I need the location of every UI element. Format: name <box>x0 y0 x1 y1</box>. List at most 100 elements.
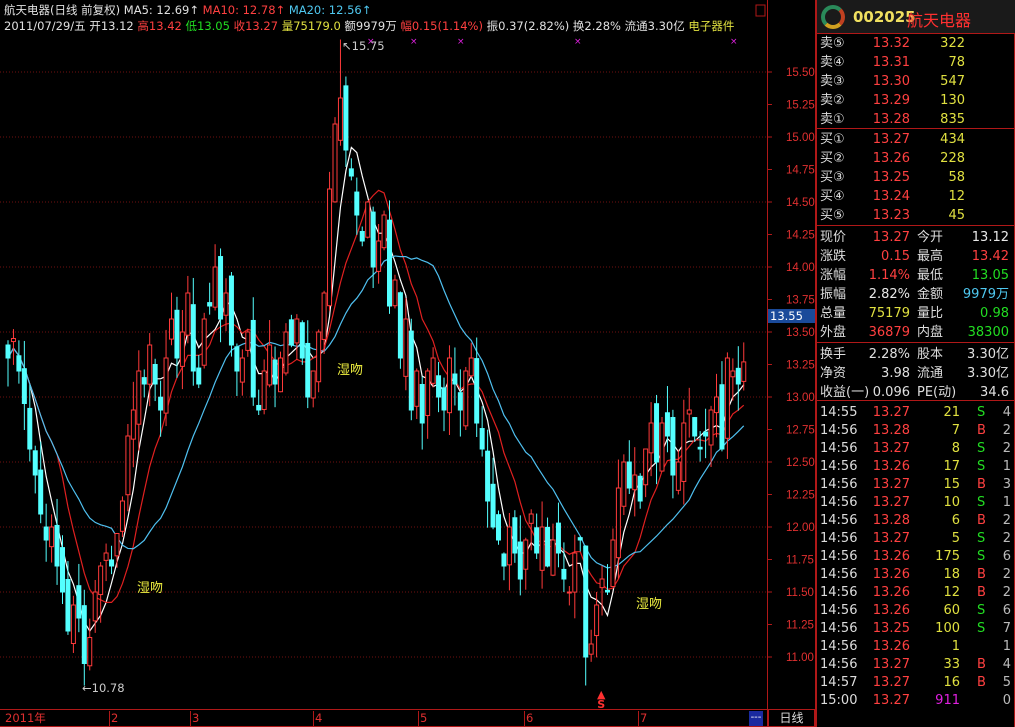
stat-label: 金额 <box>917 287 944 302</box>
candle <box>65 561 71 635</box>
stat-row[interactable]: 振幅 2.82% 金额 9979万 <box>817 285 1015 304</box>
volume-value: 75179.0 <box>293 19 341 33</box>
sell-level-row[interactable]: 卖⑤ 13.32 322 <box>817 34 1015 53</box>
candle-body <box>512 517 518 554</box>
trade-row[interactable]: 14:56 13.27 15 B 3 <box>817 475 1015 493</box>
candle-body <box>594 604 600 637</box>
trade-row[interactable]: 14:55 13.27 21 S 4 <box>817 403 1015 421</box>
trade-row[interactable]: 14:56 13.25 100 S 7 <box>817 619 1015 637</box>
stat-label: 涨跌 <box>820 249 847 264</box>
trade-count: 1 <box>1002 495 1011 510</box>
trade-time: 14:56 <box>820 621 858 636</box>
trade-row[interactable]: 14:56 13.27 10 S 1 <box>817 493 1015 511</box>
candle <box>637 473 643 509</box>
candle <box>234 343 240 396</box>
stat-label: 总量 <box>820 306 847 321</box>
trade-row[interactable]: 14:56 13.26 60 S 6 <box>817 601 1015 619</box>
level-price: 13.29 <box>872 93 910 108</box>
sell-level-row[interactable]: 卖② 13.29 130 <box>817 91 1015 110</box>
divider <box>817 400 1015 401</box>
candle-body <box>626 461 632 489</box>
stat-row[interactable]: 涨幅 1.14% 最低 13.05 <box>817 266 1015 285</box>
candle <box>408 318 414 421</box>
candle <box>294 314 300 360</box>
trade-row[interactable]: 14:56 13.27 33 B 4 <box>817 655 1015 673</box>
candle <box>539 501 545 589</box>
candle <box>201 312 207 369</box>
stat-row[interactable]: 现价 13.27 今开 13.12 <box>817 228 1015 247</box>
candle <box>577 536 583 552</box>
candle-body <box>92 591 98 622</box>
stat-row[interactable]: 总量 75179 量比 0.98 <box>817 304 1015 323</box>
candle-body <box>130 409 136 440</box>
trade-price: 13.28 <box>872 423 910 438</box>
level-volume: 322 <box>940 36 965 51</box>
trade-row[interactable]: 14:56 13.26 175 S 6 <box>817 547 1015 565</box>
fundamental-row[interactable]: 换手 2.28% 股本 3.30亿 <box>817 345 1015 364</box>
trade-row[interactable]: 15:00 13.27 911 0 <box>817 691 1015 709</box>
candle <box>278 351 283 393</box>
level-price: 13.32 <box>872 36 910 51</box>
trade-side: B <box>977 585 986 600</box>
window-toggle-icon[interactable] <box>755 4 766 17</box>
buy-level-row[interactable]: 买① 13.27 434 <box>817 130 1015 149</box>
trade-price: 13.26 <box>872 459 910 474</box>
stat-label: 今开 <box>917 230 944 245</box>
candle-body <box>38 469 44 515</box>
buy-level-row[interactable]: 买⑤ 13.23 45 <box>817 206 1015 225</box>
trade-count: 2 <box>1002 423 1011 438</box>
stat-row[interactable]: 涨跌 0.15 最高 13.42 <box>817 247 1015 266</box>
trade-row[interactable]: 14:56 13.28 6 B 2 <box>817 511 1015 529</box>
stat-row[interactable]: 外盘 36879 内盘 38300 <box>817 323 1015 342</box>
candle-body <box>485 450 491 502</box>
candle-body <box>261 370 267 410</box>
annotation-label: 湿吻 <box>636 597 663 612</box>
trade-volume: 1 <box>951 639 960 654</box>
close-value: 13.27 <box>245 19 279 33</box>
trade-volume: 911 <box>935 693 960 708</box>
change-value: 0.15(1.14%) <box>411 19 483 33</box>
candle-body <box>43 526 49 541</box>
sell-level-row[interactable]: 卖④ 13.31 78 <box>817 53 1015 72</box>
candle-body <box>474 358 480 424</box>
trade-row[interactable]: 14:56 13.27 8 S 2 <box>817 439 1015 457</box>
fund-value: 2.28% <box>868 347 910 362</box>
candle-body <box>637 475 643 502</box>
trade-row[interactable]: 14:56 13.26 12 B 2 <box>817 583 1015 601</box>
trade-row[interactable]: 14:56 13.27 5 S 2 <box>817 529 1015 547</box>
buy-level-row[interactable]: 买② 13.26 228 <box>817 149 1015 168</box>
sell-level-row[interactable]: 卖③ 13.30 547 <box>817 72 1015 91</box>
candle-body <box>441 387 447 411</box>
period-toggle-button[interactable]: --- <box>749 711 763 726</box>
candle-body <box>724 357 730 439</box>
trade-row[interactable]: 14:56 13.26 17 S 1 <box>817 457 1015 475</box>
stat-value: 13.05 <box>971 268 1009 283</box>
candle <box>5 340 11 387</box>
candle <box>212 244 218 311</box>
candle-body <box>605 589 610 593</box>
trade-count: 2 <box>1002 567 1011 582</box>
trade-price: 13.27 <box>872 531 910 546</box>
level-label: 买① <box>820 132 845 147</box>
candle-body <box>283 331 289 374</box>
trade-row[interactable]: 14:56 13.26 18 B 2 <box>817 565 1015 583</box>
buy-level-row[interactable]: 买④ 13.24 12 <box>817 187 1015 206</box>
candle <box>343 76 349 168</box>
sector-link[interactable]: 电子器件 <box>688 19 734 33</box>
buy-level-row[interactable]: 买③ 13.25 58 <box>817 168 1015 187</box>
candle <box>250 297 256 406</box>
trade-count: 6 <box>1002 603 1011 618</box>
fundamental-row[interactable]: 净资 3.98 流通 3.30亿 <box>817 364 1015 383</box>
candle <box>21 340 27 431</box>
stat-value: 1.14% <box>868 268 910 283</box>
trade-volume: 10 <box>943 495 960 510</box>
price-tick-label: 11.25 <box>786 620 814 632</box>
period-label-button[interactable]: 日线 <box>768 709 815 727</box>
sell-level-row[interactable]: 卖① 13.28 835 <box>817 110 1015 129</box>
candle <box>136 350 142 451</box>
trade-row[interactable]: 14:56 13.28 7 B 2 <box>817 421 1015 439</box>
low-label: 低 <box>185 19 198 33</box>
trade-row[interactable]: 14:57 13.27 16 B 5 <box>817 673 1015 691</box>
trade-row[interactable]: 14:56 13.26 1 1 <box>817 637 1015 655</box>
time-axis-label: 7 <box>638 711 648 726</box>
